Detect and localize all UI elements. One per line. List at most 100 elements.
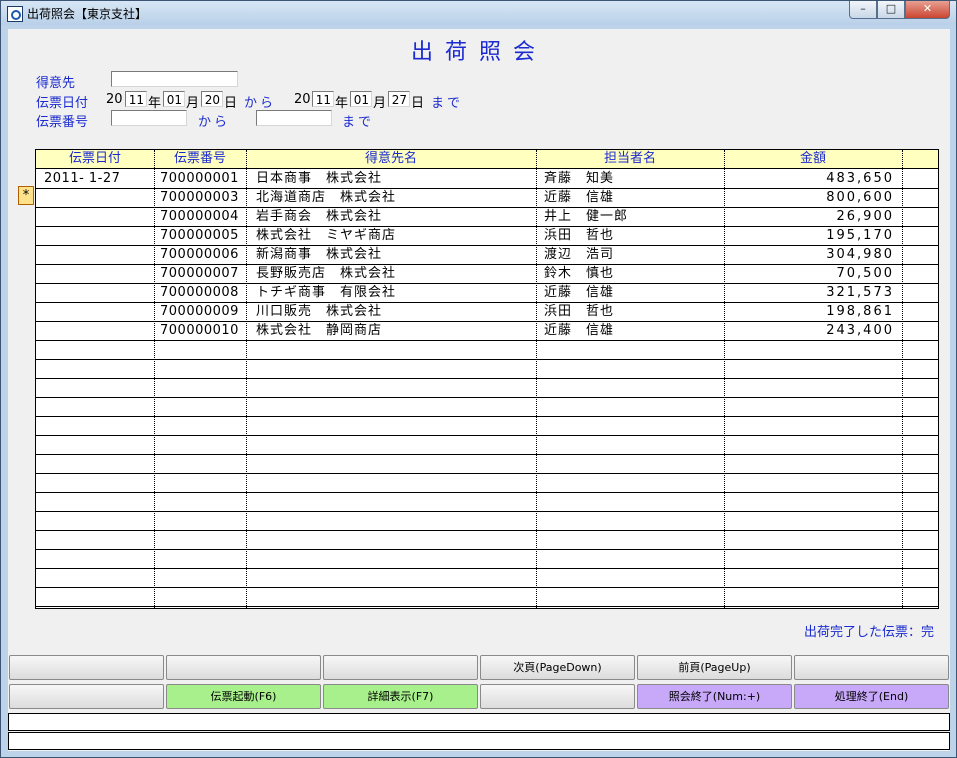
header-slip-number[interactable]: 伝票番号 bbox=[154, 150, 246, 168]
date-from-year-unit: 年 bbox=[148, 96, 162, 111]
shipment-grid[interactable]: 伝票日付 伝票番号 得意先名 担当者名 金額 2011- 1-27 7000000… bbox=[35, 149, 939, 609]
cell-staff: 井上 健一郎 bbox=[544, 209, 629, 224]
date-from-day-input[interactable]: 20 bbox=[201, 91, 223, 107]
table-row[interactable]: 2011- 1-27 700000001 日本商事 株式会社 斉藤 知美 483,650 bbox=[36, 169, 938, 189]
date-from-century: 20 bbox=[106, 92, 123, 107]
date-to-day-input[interactable]: 27 bbox=[388, 91, 410, 107]
cell-staff: 浜田 哲也 bbox=[544, 228, 615, 243]
date-from-year-input[interactable]: 11 bbox=[125, 91, 147, 107]
cell-staff: 鈴木 慎也 bbox=[544, 266, 615, 281]
cell-amount: 26,900 bbox=[836, 209, 894, 224]
end-inquiry-button[interactable]: 照会終了(Num:+) bbox=[637, 684, 792, 709]
fkey-r1-1[interactable] bbox=[9, 655, 164, 680]
cell-customer: トチギ商事 有限会社 bbox=[256, 285, 397, 300]
cell-amount: 321,573 bbox=[826, 285, 894, 300]
title-bar: 出荷照会【東京支社】 – □ ✕ bbox=[1, 1, 956, 25]
launch-slip-button[interactable]: 伝票起動(F6) bbox=[166, 684, 321, 709]
cell-amount: 195,170 bbox=[826, 228, 894, 243]
table-row[interactable] bbox=[36, 435, 938, 455]
date-to-word: まで bbox=[431, 96, 464, 111]
cell-no: 700000009 bbox=[160, 304, 239, 319]
table-row[interactable] bbox=[36, 549, 938, 569]
date-to-year-input[interactable]: 11 bbox=[312, 91, 334, 107]
table-row[interactable]: 700000008 トチギ商事 有限会社 近藤 信雄 321,573 bbox=[36, 283, 938, 303]
table-row[interactable]: 700000003 北海道商店 株式会社 近藤 信雄 800,600 bbox=[36, 188, 938, 208]
cell-customer: 北海道商店 株式会社 bbox=[256, 190, 397, 205]
cell-customer: 長野販売店 株式会社 bbox=[256, 266, 397, 281]
slip-number-from-input[interactable] bbox=[111, 110, 187, 126]
cell-date bbox=[44, 264, 150, 283]
slip-from-word: から bbox=[198, 115, 231, 130]
fkey-r1-3[interactable] bbox=[323, 655, 478, 680]
customer-input[interactable] bbox=[111, 71, 238, 87]
slip-number-label: 伝票番号 bbox=[36, 115, 89, 130]
slip-number-to-input[interactable] bbox=[256, 110, 332, 126]
table-row[interactable] bbox=[36, 378, 938, 398]
header-customer[interactable]: 得意先名 bbox=[246, 150, 536, 168]
date-from-day-unit: 日 bbox=[224, 96, 238, 111]
previous-page-button[interactable]: 前頁(PageUp) bbox=[637, 655, 792, 680]
status-bar-2 bbox=[8, 732, 950, 750]
close-button[interactable]: ✕ bbox=[905, 1, 950, 19]
fkey-r1-2[interactable] bbox=[166, 655, 321, 680]
fkey-r2-1[interactable] bbox=[9, 684, 164, 709]
date-to-month-unit: 月 bbox=[373, 96, 387, 111]
cell-no: 700000003 bbox=[160, 190, 239, 205]
cell-staff: 浜田 哲也 bbox=[544, 304, 615, 319]
table-row[interactable] bbox=[36, 359, 938, 379]
fkey-r2-4[interactable] bbox=[480, 684, 635, 709]
show-detail-button[interactable]: 詳細表示(F7) bbox=[323, 684, 478, 709]
table-row[interactable]: 700000004 岩手商会 株式会社 井上 健一郎 26,900 bbox=[36, 207, 938, 227]
end-process-button[interactable]: 処理終了(End) bbox=[794, 684, 949, 709]
slip-to-word: まで bbox=[342, 115, 375, 130]
column-divider bbox=[724, 150, 725, 608]
cell-staff: 近藤 信雄 bbox=[544, 285, 615, 300]
header-staff[interactable]: 担当者名 bbox=[536, 150, 724, 168]
cell-date bbox=[44, 245, 150, 264]
form-area: 出荷照会 得意先 伝票日付 20 11 年 01 月 20 日 から 20 11… bbox=[8, 29, 950, 751]
table-row[interactable]: 700000010 株式会社 静岡商店 近藤 信雄 243,400 bbox=[36, 321, 938, 341]
fkey-r1-6[interactable] bbox=[794, 655, 949, 680]
table-row[interactable] bbox=[36, 340, 938, 360]
table-row[interactable]: 700000005 株式会社 ミヤギ商店 浜田 哲也 195,170 bbox=[36, 226, 938, 246]
cell-date: 2011- 1-27 bbox=[44, 171, 121, 186]
app-icon bbox=[7, 6, 23, 22]
date-to-year-unit: 年 bbox=[335, 96, 349, 111]
cell-amount: 70,500 bbox=[836, 266, 894, 281]
cell-customer: 日本商事 株式会社 bbox=[256, 171, 383, 186]
table-row[interactable]: 700000006 新潟商事 株式会社 渡辺 浩司 304,980 bbox=[36, 245, 938, 265]
table-row[interactable] bbox=[36, 416, 938, 436]
cell-date bbox=[44, 188, 150, 207]
table-row[interactable] bbox=[36, 530, 938, 550]
cell-staff: 渡辺 浩司 bbox=[544, 247, 615, 262]
next-page-button[interactable]: 次頁(PageDown) bbox=[480, 655, 635, 680]
table-row[interactable] bbox=[36, 492, 938, 512]
grid-header: 伝票日付 伝票番号 得意先名 担当者名 金額 bbox=[36, 150, 938, 169]
cell-amount: 243,400 bbox=[826, 323, 894, 338]
minimize-button[interactable]: – bbox=[849, 1, 877, 19]
table-row[interactable] bbox=[36, 587, 938, 607]
date-from-month-input[interactable]: 01 bbox=[163, 91, 185, 107]
date-to-month-input[interactable]: 01 bbox=[350, 91, 372, 107]
maximize-button[interactable]: □ bbox=[877, 1, 905, 19]
cell-customer: 株式会社 静岡商店 bbox=[256, 323, 383, 338]
cell-date bbox=[44, 226, 150, 245]
table-row[interactable] bbox=[36, 473, 938, 493]
table-row[interactable] bbox=[36, 397, 938, 417]
cell-staff: 近藤 信雄 bbox=[544, 190, 615, 205]
date-from-month-unit: 月 bbox=[186, 96, 200, 111]
table-row[interactable] bbox=[36, 568, 938, 588]
date-from-word: から bbox=[244, 96, 277, 111]
cell-customer: 川口販売 株式会社 bbox=[256, 304, 383, 319]
table-row[interactable] bbox=[36, 454, 938, 474]
table-row[interactable] bbox=[36, 511, 938, 531]
table-row[interactable]: 700000009 川口販売 株式会社 浜田 哲也 198,861 bbox=[36, 302, 938, 322]
cell-no: 700000006 bbox=[160, 247, 239, 262]
current-row-marker: * bbox=[18, 186, 34, 205]
column-divider bbox=[154, 150, 155, 608]
header-amount[interactable]: 金額 bbox=[724, 150, 902, 168]
date-to-century: 20 bbox=[294, 92, 311, 107]
header-date[interactable]: 伝票日付 bbox=[36, 150, 154, 168]
table-row[interactable]: 700000007 長野販売店 株式会社 鈴木 慎也 70,500 bbox=[36, 264, 938, 284]
cell-date bbox=[44, 283, 150, 302]
